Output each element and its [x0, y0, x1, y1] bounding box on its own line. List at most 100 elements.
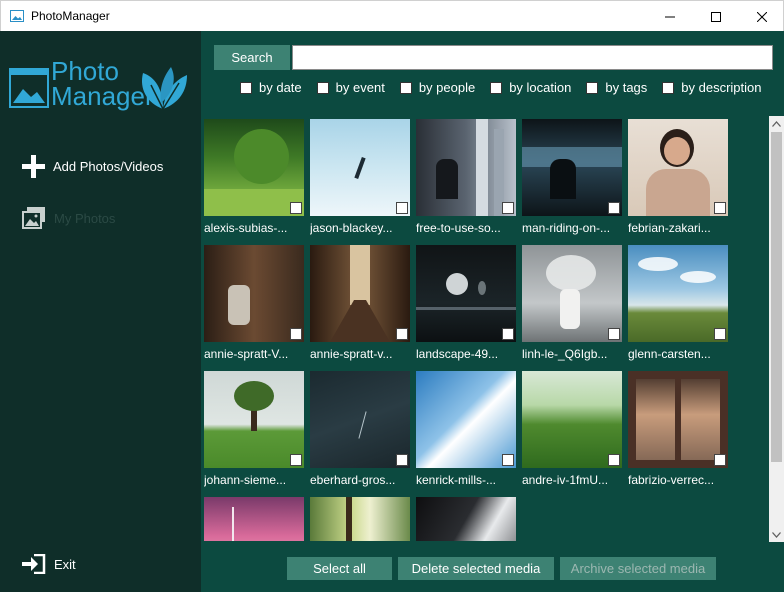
filter-by-description[interactable]: by description [662, 80, 762, 95]
archive-selected-button[interactable]: Archive selected media [560, 557, 716, 580]
photo-caption: linh-le-_Q6Igb... [522, 347, 608, 361]
photo-tile[interactable]: annie-spratt-V... [204, 245, 304, 361]
photo-thumbnail[interactable] [522, 119, 622, 216]
photo-caption: johann-sieme... [204, 473, 287, 487]
photo-thumbnail[interactable] [204, 371, 304, 468]
photo-thumbnail[interactable] [310, 371, 410, 468]
search-input[interactable] [292, 45, 773, 70]
photo-tile[interactable]: fabrizio-verrec... [628, 371, 728, 487]
photo-tile[interactable]: jason-blackey... [310, 119, 410, 235]
chevron-down-icon [772, 531, 781, 538]
photo-checkbox[interactable] [396, 202, 408, 214]
photo-caption: man-riding-on-... [522, 221, 611, 235]
photo-tile[interactable]: man-riding-on-... [522, 119, 622, 235]
photo-checkbox[interactable] [396, 454, 408, 466]
photo-thumbnail[interactable] [204, 119, 304, 216]
photo-checkbox[interactable] [502, 328, 514, 340]
filter-by-event[interactable]: by event [316, 80, 385, 95]
checkbox[interactable] [662, 81, 675, 94]
filter-by-location[interactable]: by location [490, 80, 571, 95]
minimize-icon [665, 16, 675, 17]
photo-checkbox[interactable] [290, 328, 302, 340]
photo-tile[interactable]: andre-iv-1fmU... [522, 371, 622, 487]
photo-tile[interactable]: free-to-use-so... [416, 119, 516, 235]
scroll-up-button[interactable] [769, 116, 784, 131]
photo-checkbox[interactable] [396, 328, 408, 340]
gallery-icon [22, 207, 45, 229]
photo-caption: eberhard-gros... [310, 473, 396, 487]
photo-checkbox[interactable] [290, 454, 302, 466]
logo-photo-icon [9, 68, 49, 108]
photo-caption: kenrick-mills-... [416, 473, 496, 487]
photo-thumbnail[interactable] [416, 371, 516, 468]
checkbox[interactable] [490, 81, 503, 94]
filter-label: by date [259, 80, 302, 95]
photo-grid: alexis-subias-... jason-blackey... free-… [204, 119, 770, 541]
scroll-thumb[interactable] [771, 132, 782, 462]
vertical-scrollbar[interactable] [769, 116, 784, 542]
photo-thumbnail[interactable] [416, 245, 516, 342]
photo-tile[interactable]: landscape-49... [416, 245, 516, 361]
photo-tile[interactable]: febrian-zakari... [628, 119, 728, 235]
minimize-button[interactable] [647, 1, 693, 32]
filter-label: by description [681, 80, 762, 95]
photo-checkbox[interactable] [608, 454, 620, 466]
filter-by-date[interactable]: by date [240, 80, 302, 95]
add-photos-videos-button[interactable]: Add Photos/Videos [22, 155, 163, 178]
photo-tile[interactable] [204, 497, 304, 541]
close-button[interactable] [739, 1, 784, 32]
photo-tile[interactable]: eberhard-gros... [310, 371, 410, 487]
photo-tile[interactable]: kenrick-mills-... [416, 371, 516, 487]
checkbox[interactable] [586, 81, 599, 94]
photo-caption: free-to-use-so... [416, 221, 501, 235]
photo-checkbox[interactable] [608, 328, 620, 340]
photo-checkbox[interactable] [290, 202, 302, 214]
filter-by-people[interactable]: by people [399, 80, 476, 95]
my-photos-button[interactable]: My Photos [22, 207, 115, 229]
checkbox[interactable] [399, 81, 412, 94]
photo-checkbox[interactable] [608, 202, 620, 214]
photo-tile[interactable]: glenn-carsten... [628, 245, 728, 361]
window-titlebar: PhotoManager [0, 0, 784, 31]
photo-thumbnail[interactable] [522, 371, 622, 468]
photo-caption: febrian-zakari... [628, 221, 711, 235]
photo-checkbox[interactable] [502, 454, 514, 466]
photo-thumbnail[interactable] [310, 497, 410, 541]
photo-tile[interactable]: johann-sieme... [204, 371, 304, 487]
photo-tile[interactable]: linh-le-_Q6Igb... [522, 245, 622, 361]
photo-caption: alexis-subias-... [204, 221, 288, 235]
filter-label: by people [418, 80, 476, 95]
photo-tile[interactable]: annie-spratt-v... [310, 245, 410, 361]
photo-thumbnail[interactable] [628, 371, 728, 468]
checkbox[interactable] [240, 81, 252, 94]
filter-by-tags[interactable]: by tags [586, 80, 647, 95]
maximize-button[interactable] [693, 1, 739, 32]
exit-button[interactable]: Exit [22, 554, 76, 574]
photo-thumbnail[interactable] [416, 119, 516, 216]
photo-thumbnail[interactable] [628, 245, 728, 342]
delete-selected-button[interactable]: Delete selected media [398, 557, 554, 580]
photo-tile[interactable]: alexis-subias-... [204, 119, 304, 235]
checkbox[interactable] [316, 81, 329, 94]
search-button[interactable]: Search [214, 45, 290, 70]
scroll-down-button[interactable] [769, 527, 784, 542]
photo-caption: annie-spratt-V... [204, 347, 289, 361]
photo-checkbox[interactable] [714, 202, 726, 214]
photo-checkbox[interactable] [714, 328, 726, 340]
photo-thumbnail[interactable] [204, 497, 304, 541]
photo-thumbnail[interactable] [416, 497, 516, 541]
photo-thumbnail[interactable] [310, 245, 410, 342]
photo-checkbox[interactable] [714, 454, 726, 466]
photo-tile[interactable] [310, 497, 410, 541]
photo-thumbnail[interactable] [204, 245, 304, 342]
photo-checkbox[interactable] [502, 202, 514, 214]
photo-thumbnail[interactable] [522, 245, 622, 342]
select-all-button[interactable]: Select all [287, 557, 392, 580]
photo-tile[interactable] [416, 497, 516, 541]
photo-thumbnail[interactable] [310, 119, 410, 216]
photo-caption: fabrizio-verrec... [628, 473, 715, 487]
my-photos-label: My Photos [54, 210, 116, 226]
photo-thumbnail[interactable] [628, 119, 728, 216]
add-photos-videos-label: Add Photos/Videos [53, 159, 164, 174]
leaf-icon [141, 67, 187, 110]
